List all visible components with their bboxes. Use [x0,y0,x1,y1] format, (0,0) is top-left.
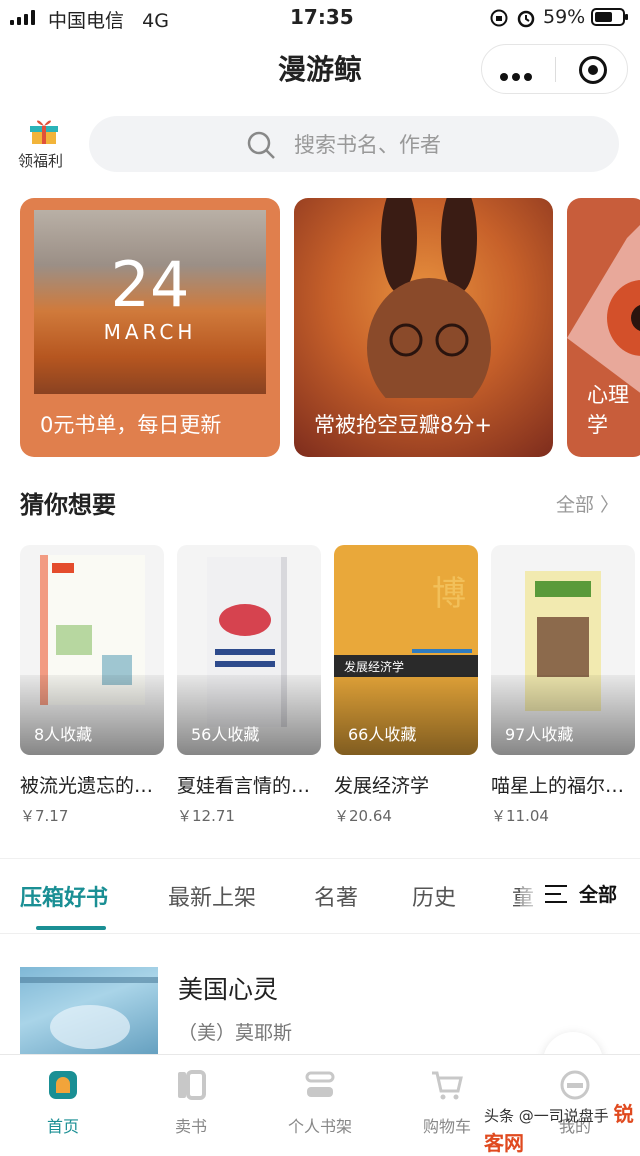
search-placeholder: 搜索书名、作者 [294,133,441,157]
carrier-label: 中国电信 4G [48,10,169,32]
nav-label: 首页 [46,1117,79,1136]
book-price: ￥11.04 [491,807,549,825]
book-title: 喵星上的福尔摩斯 [491,775,640,797]
book-title: 夏娃看言情的时候 [177,775,327,797]
watermark: 头条 @一司说盘手 锐客网 [484,1102,634,1155]
tab-recommended[interactable]: 压箱好书 [20,880,108,912]
book-title: 发展经济学 [334,775,430,797]
signal-icon [10,9,40,25]
cover-art [20,977,158,1049]
alarm-icon [517,10,535,28]
favorite-count: 8人收藏 [34,725,93,744]
book-title[interactable]: 美国心灵 [178,970,278,1006]
bookshelf-icon [305,1071,335,1097]
tab-new-arrivals[interactable]: 最新上架 [168,880,256,912]
search-input[interactable]: 搜索书名、作者 [89,116,619,172]
mini-program-capsule [481,44,628,94]
nav-sell[interactable]: 卖书 [136,1063,246,1136]
nav-label: 个人书架 [287,1117,352,1136]
banner-douban[interactable]: 常被抢空豆瓣8分+ [294,198,553,457]
tab-divider [0,933,640,934]
menu-list-icon[interactable] [545,885,567,909]
home-icon [49,1071,77,1099]
banner-psychology[interactable]: 心理学 [567,198,640,457]
book-price: ￥7.17 [20,807,69,825]
book-price: ￥12.71 [177,807,235,825]
book-author: （美）莫耶斯 [178,1022,293,1044]
battery-icon [591,8,628,26]
banner-caption: 0元书单，每日更新 [40,413,222,437]
book-cover[interactable] [20,967,158,1062]
divider [0,858,640,859]
close-miniprogram-icon[interactable] [579,56,607,84]
nav-home[interactable]: 首页 [8,1063,118,1136]
battery-percent: 59% [543,6,586,28]
favorite-count: 97人收藏 [505,725,574,744]
svg-text:博: 博 [432,574,466,614]
profile-icon [560,1070,590,1100]
nav-bookshelf[interactable]: 个人书架 [265,1063,375,1136]
banner-free-booklist[interactable]: 24 MARCH 0元书单，每日更新 [20,198,280,457]
search-icon [247,131,275,159]
favorite-count: 66人收藏 [348,725,417,744]
gift-label[interactable]: 领福利 [18,150,63,171]
nav-label: 卖书 [174,1117,207,1136]
cart-icon [432,1071,463,1100]
tab-classics[interactable]: 名著 [314,880,358,912]
banner-month: MARCH [103,320,197,344]
banner-caption: 常被抢空豆瓣8分+ [314,413,492,437]
status-bar: 中国电信 4G 17:35 59% [0,0,640,36]
rabbit-illustration [367,198,491,398]
gift-icon[interactable] [28,116,60,144]
svg-text:发展经济学: 发展经济学 [344,659,404,674]
favorite-count: 56人收藏 [191,725,260,744]
banner-day: 24 [110,248,190,321]
more-icon[interactable] [500,66,536,85]
book-title: 被流光遗忘的故事 [20,775,170,797]
book-price: ￥20.64 [334,807,392,825]
section-title: 猜你想要 [20,491,116,519]
active-tab-indicator [36,926,106,930]
tab-history[interactable]: 历史 [412,880,456,912]
sell-book-icon [178,1070,206,1100]
banner-caption: 心理学 [587,383,629,437]
see-all-link[interactable]: 全部 〉 [556,490,619,517]
all-categories-button[interactable]: 全部 [579,880,617,907]
eye-illustration [567,225,640,393]
rotation-lock-icon [490,9,508,27]
clock: 17:35 [290,5,354,29]
